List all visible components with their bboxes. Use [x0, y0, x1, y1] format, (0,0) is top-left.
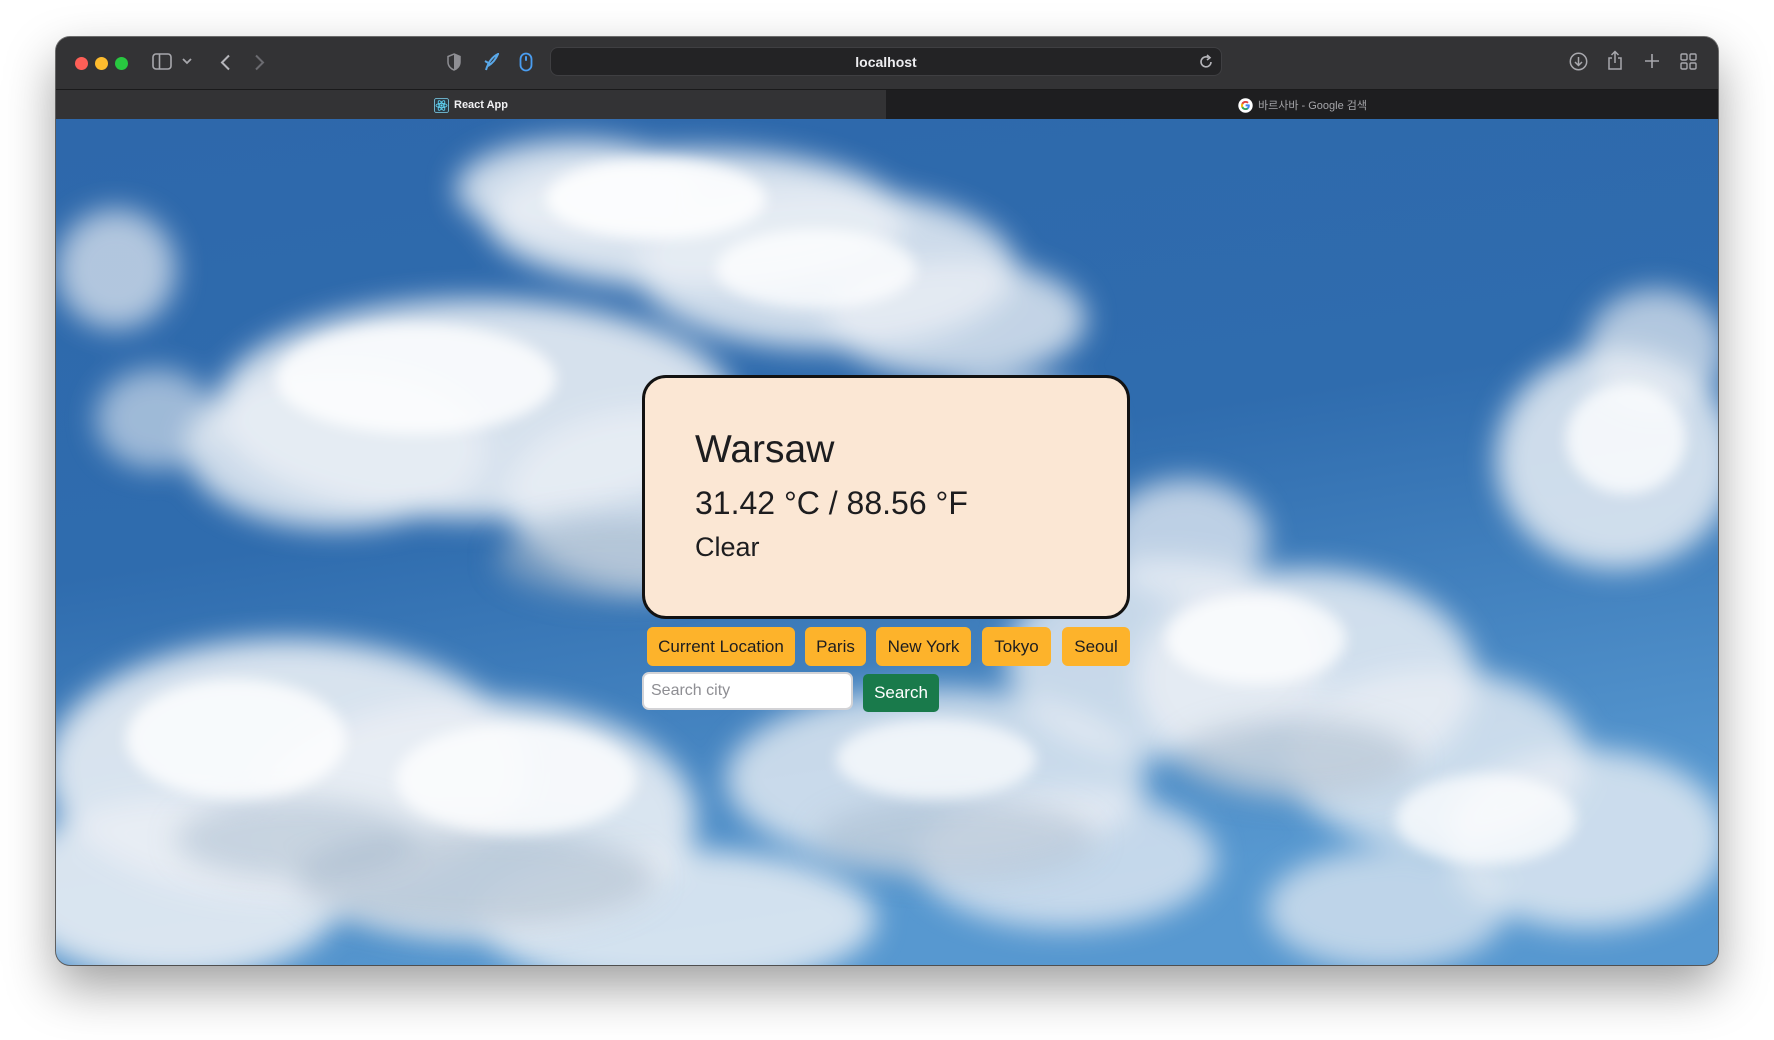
address-text: localhost — [855, 53, 917, 70]
reload-icon[interactable] — [1199, 54, 1213, 74]
share-icon[interactable] — [1607, 50, 1623, 71]
tab-label: React App — [454, 99, 508, 111]
address-bar[interactable]: localhost — [550, 47, 1222, 76]
extension-feather-icon[interactable] — [483, 53, 499, 71]
browser-window: localhost React App 바르사바 - Google 검색 War… — [56, 37, 1718, 965]
react-icon — [434, 97, 449, 113]
extension-mouse-icon[interactable] — [519, 52, 533, 72]
weather-condition: Clear — [695, 532, 760, 562]
tab-label: 바르사바 - Google 검색 — [1257, 100, 1368, 112]
tab-google-search[interactable]: 바르사바 - Google 검색 — [887, 90, 1718, 120]
tab-bar: React App 바르사바 - Google 검색 — [56, 89, 1718, 120]
seoul-button[interactable]: Seoul — [1062, 627, 1130, 666]
google-icon — [1238, 97, 1253, 113]
weather-card: Warsaw 31.42 °C / 88.56 °F Clear — [642, 375, 1130, 619]
forward-icon[interactable] — [254, 54, 265, 71]
sidebar-toggle-icon[interactable] — [152, 53, 172, 70]
city-name: Warsaw — [695, 428, 835, 471]
search-button[interactable]: Search — [863, 674, 939, 712]
zoom-window-button[interactable] — [115, 57, 128, 70]
minimize-window-button[interactable] — [95, 57, 108, 70]
current-location-button[interactable]: Current Location — [647, 627, 795, 666]
tokyo-button[interactable]: Tokyo — [982, 627, 1051, 666]
close-window-button[interactable] — [75, 57, 88, 70]
downloads-icon[interactable] — [1569, 52, 1588, 71]
search-city-input[interactable] — [642, 672, 853, 710]
page-content: Warsaw 31.42 °C / 88.56 °F Clear Current… — [56, 119, 1718, 965]
desktop: localhost React App 바르사바 - Google 검색 War… — [0, 0, 1774, 1040]
tab-overview-icon[interactable] — [1680, 53, 1697, 70]
paris-button[interactable]: Paris — [805, 627, 866, 666]
new-tab-icon[interactable] — [1644, 53, 1660, 69]
browser-toolbar: localhost — [56, 37, 1718, 89]
back-icon[interactable] — [220, 54, 231, 71]
privacy-shield-icon[interactable] — [447, 53, 461, 71]
tab-react-app[interactable]: React App — [56, 90, 886, 120]
temperature-readout: 31.42 °C / 88.56 °F — [695, 485, 968, 521]
chevron-down-icon[interactable] — [182, 58, 192, 65]
new-york-button[interactable]: New York — [876, 627, 971, 666]
